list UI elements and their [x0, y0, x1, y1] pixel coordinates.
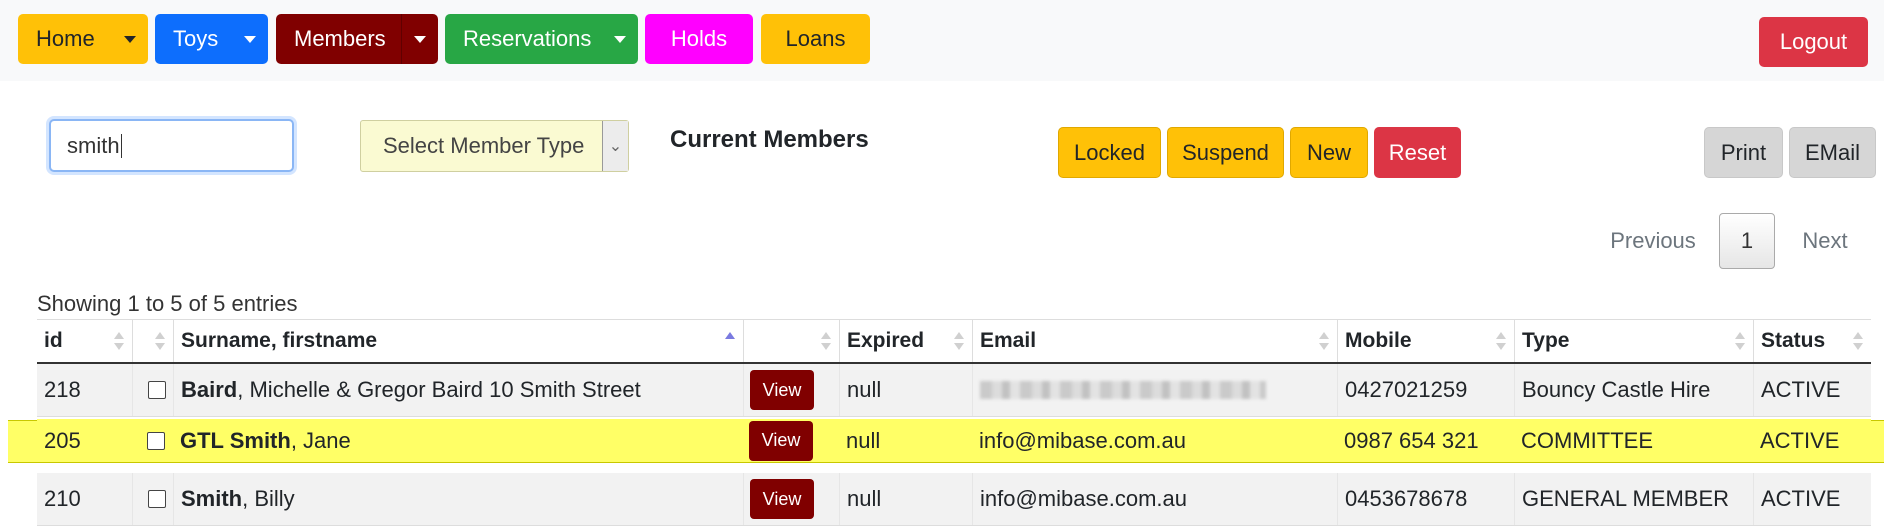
print-button[interactable]: Print — [1704, 127, 1783, 178]
sort-icon — [954, 332, 964, 352]
member-type-select[interactable]: Select Member Type ⌄ — [360, 120, 629, 172]
col-header-expired[interactable]: Expired — [839, 320, 972, 362]
firstname: , Michelle & Gregor Baird 10 Smith Stree… — [237, 377, 641, 402]
table-row[interactable]: 210 Smith, Billy View null info@mibase.c… — [37, 473, 1871, 526]
new-button[interactable]: New — [1290, 127, 1368, 178]
reservations-dropdown-button[interactable]: Reservations — [445, 14, 638, 64]
redacted-email — [980, 381, 1266, 399]
cell-name: GTL Smith, Jane — [173, 419, 743, 462]
cell-view: View — [743, 473, 839, 525]
sort-icon — [821, 332, 831, 352]
home-label: Home — [36, 26, 95, 51]
view-button[interactable]: View — [750, 370, 814, 410]
chevron-down-icon[interactable]: ⌄ — [602, 121, 628, 171]
cell-status: ACTIVE — [1760, 427, 1840, 453]
cell-view: View — [743, 364, 839, 416]
col-header-mobile[interactable]: Mobile — [1337, 320, 1514, 362]
pagination-previous[interactable]: Previous — [1600, 213, 1706, 269]
cell-select — [132, 473, 173, 525]
row-checkbox[interactable] — [148, 381, 166, 399]
row-checkbox[interactable] — [147, 431, 165, 450]
members-label: Members — [294, 26, 386, 51]
cell-expired: null — [839, 473, 972, 525]
entries-info: Showing 1 to 5 of 5 entries — [37, 291, 298, 316]
table-row-highlighted[interactable]: 205 GTL Smith, Jane View null info@mibas… — [37, 419, 1871, 462]
table-row[interactable]: 218 Baird, Michelle & Gregor Baird 10 Sm… — [37, 364, 1871, 417]
top-navbar: Home Toys Members Reservations Holds Loa… — [0, 0, 1884, 81]
cell-mobile: 0427021259 — [1337, 364, 1514, 416]
text-cursor — [120, 133, 122, 158]
col-header-select[interactable] — [132, 320, 173, 362]
cell-email: info@mibase.com.au — [979, 427, 1186, 453]
col-header-name[interactable]: Surname, firstname — [173, 320, 743, 362]
surname: Smith — [181, 486, 243, 511]
reset-button[interactable]: Reset — [1374, 127, 1461, 178]
cell-view: View — [743, 419, 839, 462]
cell-status: ACTIVE — [1753, 364, 1871, 416]
members-dropdown-button[interactable]: Members — [276, 14, 438, 64]
home-caret-icon[interactable] — [112, 14, 148, 64]
table-header: id Surname, firstname Expired Email Mobi… — [37, 319, 1871, 364]
pagination-next[interactable]: Next — [1790, 213, 1860, 269]
view-button[interactable]: View — [749, 420, 813, 461]
cell-email — [972, 364, 1337, 416]
cell-mobile: 0453678678 — [1337, 473, 1514, 525]
home-dropdown-button[interactable]: Home — [18, 14, 148, 64]
col-header-id[interactable]: id — [37, 320, 132, 362]
cell-email: info@mibase.com.au — [972, 473, 1337, 525]
email-button[interactable]: EMail — [1789, 127, 1876, 178]
cell-type: COMMITTEE — [1521, 427, 1653, 453]
holds-button[interactable]: Holds — [645, 14, 753, 64]
reservations-label: Reservations — [463, 26, 592, 51]
cell-id: 218 — [44, 377, 81, 402]
loans-label: Loans — [785, 26, 846, 51]
cell-id: 210 — [44, 486, 81, 511]
suspend-button[interactable]: Suspend — [1167, 127, 1284, 178]
sort-icon — [1853, 332, 1863, 352]
cell-expired: null — [846, 427, 881, 453]
cell-type: Bouncy Castle Hire — [1514, 364, 1753, 416]
cell-type: GENERAL MEMBER — [1514, 473, 1753, 525]
sort-icon — [1496, 332, 1506, 352]
sort-icon — [1735, 332, 1745, 352]
toys-label: Toys — [173, 26, 219, 51]
toys-caret-icon[interactable] — [232, 14, 268, 64]
sort-icon — [1319, 332, 1329, 352]
holds-label: Holds — [670, 26, 728, 51]
row-checkbox[interactable] — [148, 490, 166, 508]
member-type-selected: Select Member Type — [383, 133, 585, 158]
cell-mobile: 0987 654 321 — [1344, 427, 1479, 453]
view-button[interactable]: View — [750, 479, 814, 519]
cell-status: ACTIVE — [1753, 473, 1871, 525]
col-header-view[interactable] — [743, 320, 839, 362]
col-header-type[interactable]: Type — [1514, 320, 1753, 362]
firstname: , Jane — [290, 427, 351, 453]
reservations-caret-icon[interactable] — [602, 14, 638, 64]
logout-button[interactable]: Logout — [1759, 17, 1868, 67]
members-caret-icon[interactable] — [402, 14, 438, 64]
pagination-page-1[interactable]: 1 — [1719, 213, 1775, 269]
sort-icon — [155, 332, 165, 352]
firstname: , Billy — [242, 486, 295, 511]
loans-button[interactable]: Loans — [761, 14, 870, 64]
cell-select — [132, 364, 173, 416]
section-title: Current Members — [670, 126, 869, 153]
cell-name: Smith, Billy — [173, 473, 743, 525]
cell-name: Baird, Michelle & Gregor Baird 10 Smith … — [173, 364, 743, 416]
locked-button[interactable]: Locked — [1058, 127, 1161, 178]
search-input-value: smith — [67, 132, 120, 158]
col-header-status[interactable]: Status — [1753, 320, 1871, 362]
cell-id: 205 — [44, 427, 81, 453]
col-header-email[interactable]: Email — [972, 320, 1337, 362]
toys-dropdown-button[interactable]: Toys — [155, 14, 268, 64]
search-input[interactable]: smith — [49, 119, 294, 172]
surname: Baird — [181, 377, 238, 402]
sort-icon — [114, 332, 124, 352]
cell-expired: null — [839, 364, 972, 416]
surname: GTL Smith — [180, 427, 291, 453]
cell-select — [132, 419, 173, 462]
sort-asc-icon — [725, 332, 735, 352]
